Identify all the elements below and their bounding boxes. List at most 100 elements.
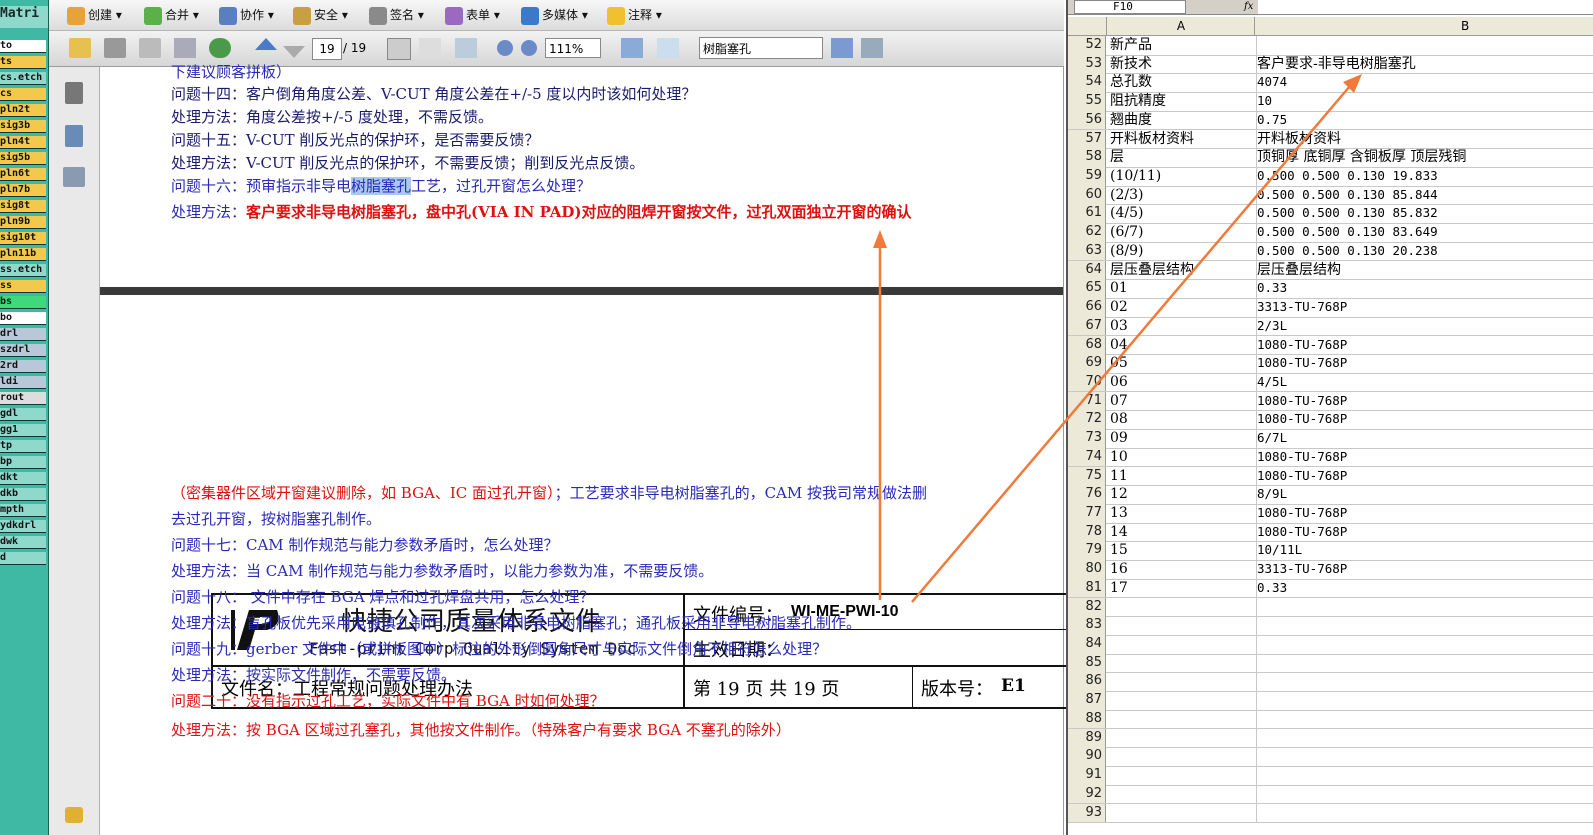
cell-a[interactable]: (8/9) xyxy=(1108,241,1257,261)
cell-b[interactable]: 层压叠层结构 xyxy=(1255,261,1593,280)
matrix-layer[interactable]: ydkdrl xyxy=(0,520,46,533)
cell-a[interactable] xyxy=(1108,616,1257,635)
next-page-icon[interactable] xyxy=(283,46,305,58)
cell-a[interactable]: 02 xyxy=(1108,298,1257,317)
cell-b[interactable]: 客户要求-非导电树脂塞孔 xyxy=(1255,55,1593,74)
cell-b[interactable]: 1080-TU-768P xyxy=(1255,523,1593,542)
matrix-layer[interactable]: sig8t xyxy=(0,200,46,213)
cell-b[interactable]: 1080-TU-768P xyxy=(1255,410,1593,429)
cell-a[interactable]: 阻抗精度 xyxy=(1108,92,1257,111)
collaborate-button[interactable]: 协作 ▾ xyxy=(219,4,274,26)
column-a-header[interactable]: A xyxy=(1108,17,1255,35)
cell-b[interactable] xyxy=(1255,36,1593,55)
cell-a[interactable]: 新产品 xyxy=(1108,36,1257,55)
sign-button[interactable]: 签名 ▾ xyxy=(369,4,424,26)
page-number-input[interactable]: 19 xyxy=(312,38,342,60)
row-number[interactable]: 76 xyxy=(1068,485,1106,504)
print-icon[interactable] xyxy=(104,38,126,58)
cell-a[interactable]: 08 xyxy=(1108,410,1257,429)
cell-b[interactable]: 0.500 0.500 0.130 20.238 xyxy=(1255,242,1593,261)
row-number[interactable]: 59 xyxy=(1068,167,1106,186)
row-number[interactable]: 79 xyxy=(1068,541,1106,560)
row-number[interactable]: 67 xyxy=(1068,316,1106,336)
cell-a[interactable]: 03 xyxy=(1108,316,1257,336)
row-number[interactable]: 71 xyxy=(1068,391,1106,411)
cell-a[interactable]: 16 xyxy=(1108,560,1257,579)
matrix-layer[interactable]: ts xyxy=(0,56,46,69)
comment-button[interactable]: 注释 ▾ xyxy=(607,4,662,26)
row-number[interactable]: 52 xyxy=(1068,36,1106,55)
cell-a[interactable] xyxy=(1108,709,1257,729)
cell-b[interactable]: 3313-TU-768P xyxy=(1255,560,1593,579)
row-number[interactable]: 65 xyxy=(1068,279,1106,298)
row-number[interactable]: 62 xyxy=(1068,223,1106,242)
matrix-layer[interactable]: rout xyxy=(0,392,46,405)
cell-b[interactable]: 0.500 0.500 0.130 85.844 xyxy=(1255,186,1593,205)
cell-b[interactable]: 4/5L xyxy=(1255,373,1593,392)
row-number[interactable]: 56 xyxy=(1068,110,1106,130)
matrix-layer[interactable]: sig3b xyxy=(0,120,46,133)
row-number[interactable]: 72 xyxy=(1068,410,1106,429)
zoom-input[interactable]: 111% xyxy=(545,38,601,58)
matrix-layer[interactable]: sig10t xyxy=(0,232,46,245)
cell-a[interactable] xyxy=(1108,784,1257,804)
matrix-layer[interactable]: drl xyxy=(0,328,46,341)
comments-panel-icon[interactable] xyxy=(65,807,83,823)
cell-b[interactable]: 0.500 0.500 0.130 83.649 xyxy=(1255,223,1593,242)
row-number[interactable]: 68 xyxy=(1068,335,1106,355)
search-prev-icon[interactable] xyxy=(831,38,853,58)
cell-a[interactable] xyxy=(1108,728,1257,748)
row-number[interactable]: 60 xyxy=(1068,185,1106,205)
row-number[interactable]: 89 xyxy=(1068,728,1106,748)
matrix-layer[interactable]: ss.etch xyxy=(0,264,46,277)
cell-b[interactable]: 1080-TU-768P xyxy=(1255,448,1593,467)
fx-icon[interactable]: fx xyxy=(1244,0,1253,14)
cell-b[interactable]: 0.33 xyxy=(1255,279,1593,298)
save-icon[interactable] xyxy=(139,38,161,58)
cell-b[interactable]: 0.33 xyxy=(1255,579,1593,598)
row-number[interactable]: 57 xyxy=(1068,129,1106,149)
cell-a[interactable]: (4/5) xyxy=(1108,204,1257,223)
cell-a[interactable]: 01 xyxy=(1108,279,1257,298)
row-number[interactable]: 58 xyxy=(1068,148,1106,167)
cell-a[interactable]: (6/7) xyxy=(1108,223,1257,242)
cell-b[interactable]: 2/3L xyxy=(1255,317,1593,336)
cell-a[interactable] xyxy=(1108,691,1257,710)
select-tool-icon[interactable] xyxy=(387,38,411,60)
cell-a[interactable]: 09 xyxy=(1108,429,1257,448)
matrix-layer[interactable]: mpth xyxy=(0,504,46,517)
cell-b[interactable]: 1080-TU-768P xyxy=(1255,392,1593,411)
cell-a[interactable]: 14 xyxy=(1108,522,1257,542)
cell-a[interactable]: 总孔数 xyxy=(1108,73,1257,92)
cell-b[interactable] xyxy=(1255,654,1593,673)
search-input[interactable]: 树脂塞孔 xyxy=(699,37,823,59)
matrix-layer[interactable]: pln2t xyxy=(0,104,46,117)
matrix-layer[interactable]: sig5b xyxy=(0,152,46,165)
matrix-layer[interactable]: cs.etch xyxy=(0,72,46,85)
cell-a[interactable]: 开料板材资料 xyxy=(1108,129,1257,149)
cell-a[interactable]: 翘曲度 xyxy=(1108,110,1257,130)
matrix-layer[interactable]: ldi xyxy=(0,376,46,389)
create-button[interactable]: 创建 ▾ xyxy=(67,4,122,26)
cell-a[interactable]: 层 xyxy=(1108,148,1257,167)
cell-b[interactable] xyxy=(1255,766,1593,785)
matrix-layer[interactable]: dkt xyxy=(0,472,46,485)
matrix-layer[interactable]: gg1 xyxy=(0,424,46,437)
bookmarks-icon[interactable] xyxy=(65,125,83,147)
cell-b[interactable] xyxy=(1255,710,1593,729)
row-number[interactable]: 66 xyxy=(1068,298,1106,317)
cell-b[interactable]: 1080-TU-768P xyxy=(1255,467,1593,486)
cell-a[interactable] xyxy=(1108,653,1257,673)
matrix-layer[interactable]: tp xyxy=(0,440,46,453)
matrix-layer[interactable]: pln4t xyxy=(0,136,46,149)
cell-a[interactable]: 17 xyxy=(1108,578,1257,598)
open-folder-icon[interactable] xyxy=(69,38,91,58)
row-number[interactable]: 64 xyxy=(1068,260,1106,280)
cell-b[interactable] xyxy=(1255,691,1593,710)
matrix-layer[interactable]: gdl xyxy=(0,408,46,421)
cell-a[interactable]: 06 xyxy=(1108,372,1257,392)
cell-b[interactable]: 开料板材资料 xyxy=(1255,130,1593,149)
cell-b[interactable]: 顶铜厚 底铜厚 含铜板厚 顶层残铜 xyxy=(1255,148,1593,167)
matrix-layer[interactable]: bp xyxy=(0,456,46,469)
cell-b[interactable]: 0.500 0.500 0.130 85.832 xyxy=(1255,204,1593,223)
